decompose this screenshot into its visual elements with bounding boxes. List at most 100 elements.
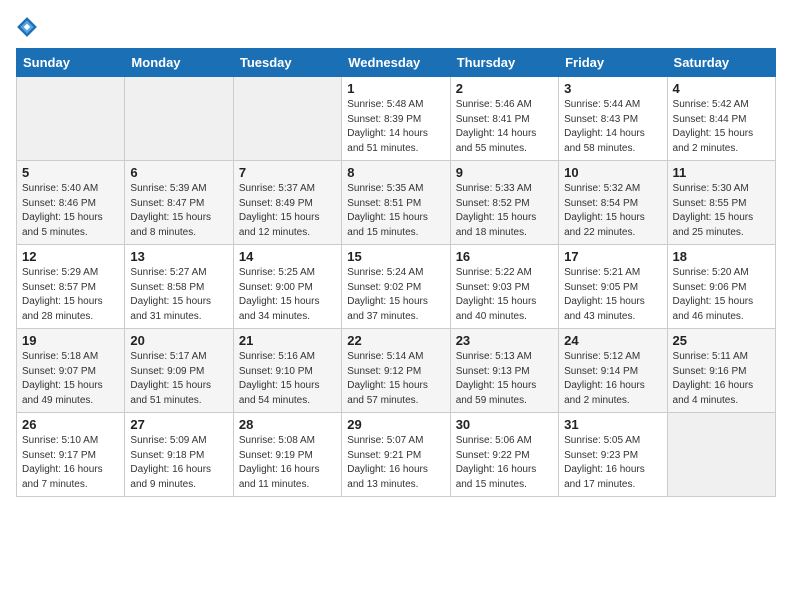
day-cell: 23 Sunrise: 5:13 AMSunset: 9:13 PMDayligh… xyxy=(450,329,558,413)
day-cell xyxy=(125,77,233,161)
day-info: Sunrise: 5:16 AMSunset: 9:10 PMDaylight:… xyxy=(239,350,336,408)
day-cell: 8 Sunrise: 5:35 AMSunset: 8:51 PMDaylight… xyxy=(342,161,450,245)
day-info: Sunrise: 5:33 AMSunset: 8:52 PMDaylight:… xyxy=(456,182,553,240)
day-cell: 9 Sunrise: 5:33 AMSunset: 8:52 PMDaylight… xyxy=(450,161,558,245)
logo-icon xyxy=(16,16,38,38)
day-info: Sunrise: 5:10 AMSunset: 9:17 PMDaylight:… xyxy=(22,434,119,492)
day-number: 9 xyxy=(456,165,553,180)
day-number: 23 xyxy=(456,333,553,348)
day-info: Sunrise: 5:12 AMSunset: 9:14 PMDaylight:… xyxy=(564,350,661,408)
day-cell: 27 Sunrise: 5:09 AMSunset: 9:18 PMDayligh… xyxy=(125,413,233,497)
day-cell: 11 Sunrise: 5:30 AMSunset: 8:55 PMDayligh… xyxy=(667,161,775,245)
day-number: 10 xyxy=(564,165,661,180)
day-cell: 7 Sunrise: 5:37 AMSunset: 8:49 PMDaylight… xyxy=(233,161,341,245)
day-info: Sunrise: 5:18 AMSunset: 9:07 PMDaylight:… xyxy=(22,350,119,408)
day-cell: 2 Sunrise: 5:46 AMSunset: 8:41 PMDaylight… xyxy=(450,77,558,161)
day-cell: 31 Sunrise: 5:05 AMSunset: 9:23 PMDayligh… xyxy=(559,413,667,497)
day-number: 11 xyxy=(673,165,770,180)
day-info: Sunrise: 5:27 AMSunset: 8:58 PMDaylight:… xyxy=(130,266,227,324)
day-cell: 30Sunrise: 5:06 AMSunset: 9:22 PMDayligh… xyxy=(450,413,558,497)
day-number: 7 xyxy=(239,165,336,180)
header xyxy=(16,16,776,38)
header-saturday: Saturday xyxy=(667,49,775,77)
day-cell xyxy=(17,77,125,161)
day-info: Sunrise: 5:14 AMSunset: 9:12 PMDaylight:… xyxy=(347,350,444,408)
day-cell: 15 Sunrise: 5:24 AMSunset: 9:02 PMDayligh… xyxy=(342,245,450,329)
header-friday: Friday xyxy=(559,49,667,77)
logo xyxy=(16,16,42,38)
calendar-table: SundayMondayTuesdayWednesdayThursdayFrid… xyxy=(16,48,776,497)
day-info: Sunrise: 5:22 AMSunset: 9:03 PMDaylight:… xyxy=(456,266,553,324)
day-info: Sunrise: 5:11 AMSunset: 9:16 PMDaylight:… xyxy=(673,350,770,408)
day-cell: 25 Sunrise: 5:11 AMSunset: 9:16 PMDayligh… xyxy=(667,329,775,413)
week-row-2: 5 Sunrise: 5:40 AMSunset: 8:46 PMDaylight… xyxy=(17,161,776,245)
day-number: 18 xyxy=(673,249,770,264)
day-cell: 10 Sunrise: 5:32 AMSunset: 8:54 PMDayligh… xyxy=(559,161,667,245)
day-number: 16 xyxy=(456,249,553,264)
day-cell: 4Sunrise: 5:42 AMSunset: 8:44 PMDaylight… xyxy=(667,77,775,161)
day-info: Sunrise: 5:32 AMSunset: 8:54 PMDaylight:… xyxy=(564,182,661,240)
day-info: Sunrise: 5:21 AMSunset: 9:05 PMDaylight:… xyxy=(564,266,661,324)
day-info: Sunrise: 5:37 AMSunset: 8:49 PMDaylight:… xyxy=(239,182,336,240)
day-number: 4 xyxy=(673,81,770,96)
day-number: 25 xyxy=(673,333,770,348)
calendar-header-row: SundayMondayTuesdayWednesdayThursdayFrid… xyxy=(17,49,776,77)
header-wednesday: Wednesday xyxy=(342,49,450,77)
day-number: 19 xyxy=(22,333,119,348)
day-info: Sunrise: 5:09 AMSunset: 9:18 PMDaylight:… xyxy=(130,434,227,492)
day-info: Sunrise: 5:07 AMSunset: 9:21 PMDaylight:… xyxy=(347,434,444,492)
day-info: Sunrise: 5:44 AMSunset: 8:43 PMDaylight:… xyxy=(564,98,661,156)
day-cell: 17 Sunrise: 5:21 AMSunset: 9:05 PMDayligh… xyxy=(559,245,667,329)
day-info: Sunrise: 5:24 AMSunset: 9:02 PMDaylight:… xyxy=(347,266,444,324)
day-number: 17 xyxy=(564,249,661,264)
day-info: Sunrise: 5:35 AMSunset: 8:51 PMDaylight:… xyxy=(347,182,444,240)
day-info: Sunrise: 5:13 AMSunset: 9:13 PMDaylight:… xyxy=(456,350,553,408)
day-info: Sunrise: 5:17 AMSunset: 9:09 PMDaylight:… xyxy=(130,350,227,408)
day-number: 2 xyxy=(456,81,553,96)
day-info: Sunrise: 5:20 AMSunset: 9:06 PMDaylight:… xyxy=(673,266,770,324)
day-info: Sunrise: 5:48 AMSunset: 8:39 PMDaylight:… xyxy=(347,98,444,156)
day-number: 14 xyxy=(239,249,336,264)
day-number: 31 xyxy=(564,417,661,432)
day-number: 12 xyxy=(22,249,119,264)
day-cell: 6 Sunrise: 5:39 AMSunset: 8:47 PMDaylight… xyxy=(125,161,233,245)
day-number: 28 xyxy=(239,417,336,432)
day-cell: 5 Sunrise: 5:40 AMSunset: 8:46 PMDaylight… xyxy=(17,161,125,245)
day-cell: 14 Sunrise: 5:25 AMSunset: 9:00 PMDayligh… xyxy=(233,245,341,329)
day-number: 13 xyxy=(130,249,227,264)
week-row-4: 19 Sunrise: 5:18 AMSunset: 9:07 PMDayligh… xyxy=(17,329,776,413)
day-info: Sunrise: 5:08 AMSunset: 9:19 PMDaylight:… xyxy=(239,434,336,492)
day-info: Sunrise: 5:25 AMSunset: 9:00 PMDaylight:… xyxy=(239,266,336,324)
day-cell: 16 Sunrise: 5:22 AMSunset: 9:03 PMDayligh… xyxy=(450,245,558,329)
week-row-1: 1Sunrise: 5:48 AMSunset: 8:39 PMDaylight… xyxy=(17,77,776,161)
day-info: Sunrise: 5:46 AMSunset: 8:41 PMDaylight:… xyxy=(456,98,553,156)
header-thursday: Thursday xyxy=(450,49,558,77)
day-info: Sunrise: 5:40 AMSunset: 8:46 PMDaylight:… xyxy=(22,182,119,240)
day-cell: 26 Sunrise: 5:10 AMSunset: 9:17 PMDayligh… xyxy=(17,413,125,497)
day-cell: 3 Sunrise: 5:44 AMSunset: 8:43 PMDaylight… xyxy=(559,77,667,161)
day-info: Sunrise: 5:39 AMSunset: 8:47 PMDaylight:… xyxy=(130,182,227,240)
header-tuesday: Tuesday xyxy=(233,49,341,77)
day-info: Sunrise: 5:30 AMSunset: 8:55 PMDaylight:… xyxy=(673,182,770,240)
day-number: 21 xyxy=(239,333,336,348)
day-cell xyxy=(233,77,341,161)
day-cell: 29 Sunrise: 5:07 AMSunset: 9:21 PMDayligh… xyxy=(342,413,450,497)
day-number: 20 xyxy=(130,333,227,348)
day-number: 5 xyxy=(22,165,119,180)
day-number: 6 xyxy=(130,165,227,180)
day-cell: 1Sunrise: 5:48 AMSunset: 8:39 PMDaylight… xyxy=(342,77,450,161)
day-number: 29 xyxy=(347,417,444,432)
day-info: Sunrise: 5:05 AMSunset: 9:23 PMDaylight:… xyxy=(564,434,661,492)
day-number: 3 xyxy=(564,81,661,96)
day-number: 8 xyxy=(347,165,444,180)
day-cell: 13 Sunrise: 5:27 AMSunset: 8:58 PMDayligh… xyxy=(125,245,233,329)
day-cell: 24Sunrise: 5:12 AMSunset: 9:14 PMDayligh… xyxy=(559,329,667,413)
week-row-5: 26 Sunrise: 5:10 AMSunset: 9:17 PMDayligh… xyxy=(17,413,776,497)
day-number: 22 xyxy=(347,333,444,348)
day-cell: 20 Sunrise: 5:17 AMSunset: 9:09 PMDayligh… xyxy=(125,329,233,413)
day-number: 26 xyxy=(22,417,119,432)
day-cell: 19 Sunrise: 5:18 AMSunset: 9:07 PMDayligh… xyxy=(17,329,125,413)
day-number: 27 xyxy=(130,417,227,432)
day-info: Sunrise: 5:06 AMSunset: 9:22 PMDaylight:… xyxy=(456,434,553,492)
day-number: 15 xyxy=(347,249,444,264)
